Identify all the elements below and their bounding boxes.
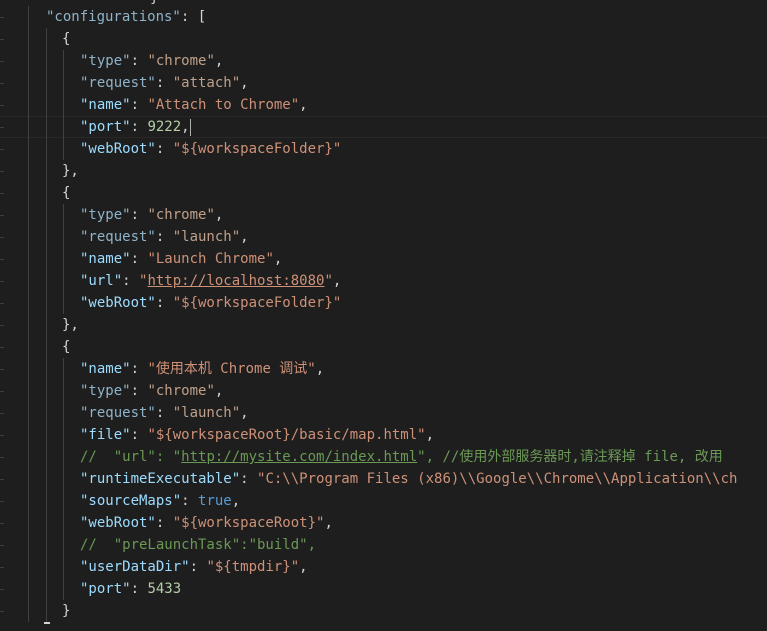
json-key: "name" — [80, 97, 131, 113]
code-line[interactable]: "type": "chrome", — [0, 380, 767, 402]
json-string: "使用本机 Chrome 调试" — [147, 361, 316, 377]
code-line[interactable]: { — [0, 28, 767, 50]
json-string: "chrome" — [147, 53, 215, 69]
json-key: "webRoot" — [80, 141, 156, 157]
code-line[interactable]: "webRoot": "${workspaceFolder}" — [0, 138, 767, 160]
json-key: "request" — [80, 75, 156, 91]
code-line[interactable]: "runtimeExecutable": "C:\\Program Files … — [0, 468, 767, 490]
code-line[interactable]: "name": "使用本机 Chrome 调试", — [0, 358, 767, 380]
json-key: "type" — [80, 207, 131, 223]
code-line[interactable]: "request": "launch", — [0, 402, 767, 424]
json-string: "${tmpdir}" — [206, 559, 300, 575]
json-key: "type" — [80, 53, 131, 69]
code-line[interactable]: "name": "Launch Chrome", — [0, 248, 767, 270]
object-close-brace: } — [62, 603, 71, 619]
json-string: "${workspaceRoot}/basic/map.html" — [147, 427, 426, 443]
code-lines: "configurations": [ { "type": "chrome", … — [0, 6, 767, 622]
code-line[interactable]: "request": "launch", — [0, 226, 767, 248]
json-string: "C:\\Program Files (x86)\\Google\\Chrome… — [257, 471, 738, 487]
code-line[interactable]: "webRoot": "${workspaceFolder}" — [0, 292, 767, 314]
code-line[interactable]: "url": "http://localhost:8080", — [0, 270, 767, 292]
code-line[interactable]: // "preLaunchTask":"build", — [0, 534, 767, 556]
comment-text: // "preLaunchTask":"build", — [80, 537, 317, 553]
json-key: "port" — [80, 119, 131, 135]
object-open-brace: { — [62, 31, 71, 47]
code-line[interactable]: "type": "chrome", — [0, 50, 767, 72]
json-string: "${workspaceFolder}" — [172, 295, 342, 311]
json-key: "type" — [80, 383, 131, 399]
code-line[interactable]: "userDataDir": "${tmpdir}", — [0, 556, 767, 578]
object-close-brace: }, — [62, 163, 79, 179]
comment-text: // "url": " — [80, 449, 182, 465]
code-line[interactable]: "webRoot": "${workspaceRoot}", — [0, 512, 767, 534]
code-editor[interactable]: } "configurations": [ { "type": "chrome"… — [0, 0, 767, 631]
json-key: "url" — [80, 273, 123, 289]
object-open-brace: { — [62, 339, 71, 355]
json-string: "Attach to Chrome" — [147, 97, 300, 113]
json-key: "userDataDir" — [80, 559, 190, 575]
json-key: "port" — [80, 581, 131, 597]
code-line[interactable]: } — [0, 600, 767, 622]
code-line[interactable]: { — [0, 336, 767, 358]
json-string: "chrome" — [147, 207, 215, 223]
url-link[interactable]: http://localhost:8080 — [147, 273, 324, 289]
json-string: "${workspaceFolder}" — [172, 141, 342, 157]
json-string: "attach" — [172, 75, 241, 91]
code-line-current[interactable]: "port": 9222, — [0, 116, 767, 138]
json-key: "runtimeExecutable" — [80, 471, 241, 487]
json-boolean: true — [198, 493, 232, 509]
object-open-brace: { — [62, 185, 71, 201]
json-key: "request" — [80, 229, 156, 245]
json-string: "chrome" — [147, 383, 215, 399]
json-number: 5433 — [147, 581, 182, 597]
punctuation: : [ — [180, 9, 207, 25]
json-key: "request" — [80, 405, 156, 421]
code-line[interactable]: { — [0, 182, 767, 204]
json-key: "webRoot" — [80, 295, 156, 311]
code-line[interactable]: }, — [0, 160, 767, 182]
object-close-brace: }, — [62, 317, 79, 333]
json-string: "Launch Chrome" — [147, 251, 274, 267]
json-string: "launch" — [172, 229, 241, 245]
comment-text: ", //使用外部服务器时,请注释掉 file, 改用 — [417, 449, 723, 465]
code-line[interactable]: "file": "${workspaceRoot}/basic/map.html… — [0, 424, 767, 446]
json-key: "name" — [80, 361, 131, 377]
json-string: "${workspaceRoot}" — [172, 515, 325, 531]
json-key: "name" — [80, 251, 131, 267]
json-key: "file" — [80, 427, 131, 443]
code-line[interactable]: }, — [0, 314, 767, 336]
text-cursor — [189, 118, 191, 136]
json-key: "configurations" — [46, 9, 181, 25]
json-string: "launch" — [172, 405, 241, 421]
json-number: 9222 — [147, 119, 182, 135]
partial-next-line — [44, 622, 50, 631]
url-link[interactable]: http://mysite.com/index.html — [181, 449, 417, 465]
code-line[interactable]: "configurations": [ — [0, 6, 767, 28]
code-line[interactable]: "sourceMaps": true, — [0, 490, 767, 512]
json-key: "sourceMaps" — [80, 493, 182, 509]
code-line[interactable]: "type": "chrome", — [0, 204, 767, 226]
json-key: "webRoot" — [80, 515, 156, 531]
code-line[interactable]: "request": "attach", — [0, 72, 767, 94]
code-line[interactable]: // "url": "http://mysite.com/index.html"… — [0, 446, 767, 468]
code-line[interactable]: "name": "Attach to Chrome", — [0, 94, 767, 116]
code-line[interactable]: "port": 5433 — [0, 578, 767, 600]
